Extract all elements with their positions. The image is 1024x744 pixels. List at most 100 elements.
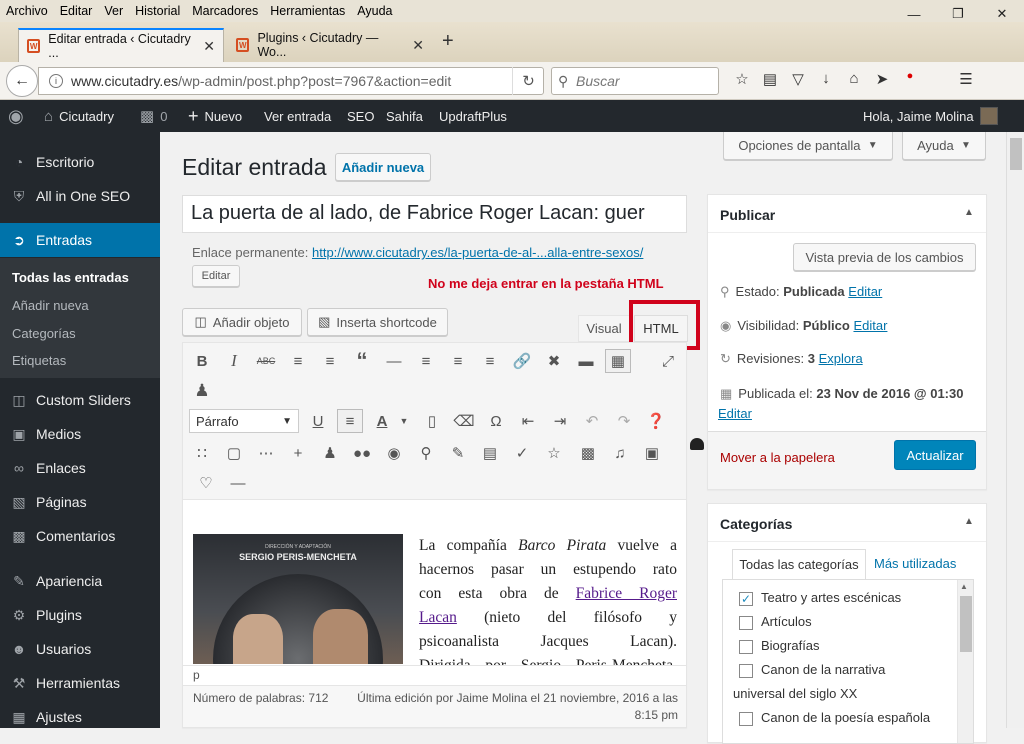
info-icon[interactable]: i <box>49 74 63 88</box>
edit-date-link[interactable]: Editar <box>718 406 752 421</box>
read-more-icon[interactable]: ▬ <box>573 349 599 373</box>
help-icon[interactable]: ❓ <box>643 409 669 433</box>
sidebar-item-entradas[interactable]: ➲ Entradas <box>0 223 160 257</box>
checkmark-icon[interactable]: ✓ <box>509 441 535 465</box>
collapse-caret-icon[interactable]: ▲ <box>964 207 974 218</box>
tab-all-categories[interactable]: Todas las categorías <box>732 549 866 579</box>
menu-marcadores[interactable]: Marcadores <box>186 4 264 18</box>
move-to-trash-link[interactable]: Mover a la papelera <box>720 450 835 465</box>
user-icon[interactable]: ♟ <box>317 441 343 465</box>
pocket-icon[interactable]: ▽ <box>784 70 812 88</box>
add-media-button[interactable]: ◫ Añadir objeto <box>182 308 302 336</box>
back-icon[interactable]: ← <box>6 65 38 97</box>
home-icon[interactable]: ⌂ <box>840 70 868 88</box>
indent-icon[interactable]: ⇥ <box>547 409 573 433</box>
plus-icon[interactable]: + <box>285 441 311 465</box>
category-checkbox[interactable]: ✓ <box>739 591 753 606</box>
align-right-icon[interactable]: ≡ <box>477 349 503 373</box>
shortcode-grid-icon[interactable]: ∷ <box>189 441 215 465</box>
insert-shortcode-button[interactable]: ▧ Inserta shortcode <box>307 308 448 336</box>
scroll-up-icon[interactable]: ▲ <box>960 582 968 591</box>
rss-icon[interactable]: ◉ <box>381 441 407 465</box>
submenu-categorias[interactable]: Categorías <box>12 326 76 341</box>
box-icon[interactable]: ▢ <box>221 441 247 465</box>
post-content-text[interactable]: La compañía Barco Pirata vuelve a hacerno… <box>419 534 677 678</box>
outdent-icon[interactable]: ⇤ <box>515 409 541 433</box>
category-item[interactable]: universal del siglo XX <box>733 686 959 710</box>
sidebar-item-apariencia[interactable]: ✎ Apariencia <box>0 564 160 598</box>
help-button[interactable]: Ayuda ▼ <box>902 132 986 160</box>
url-bar[interactable]: i www.cicutadry.es/wp-admin/post.php?pos… <box>38 67 544 95</box>
category-item[interactable]: ✓ Teatro y artes escénicas <box>739 590 959 614</box>
category-item[interactable]: Canon de la narrativa <box>739 662 959 686</box>
reader-list-icon[interactable]: ▤ <box>756 70 784 88</box>
toolbar-toggle-icon[interactable]: ▦ <box>605 349 631 373</box>
adblock-icon[interactable]: ● <box>896 70 924 88</box>
submenu-anadir-nueva[interactable]: Añadir nueva <box>12 298 89 313</box>
scroll-thumb[interactable] <box>960 596 972 652</box>
category-scrollbar[interactable]: ▲ <box>957 580 973 743</box>
pencil-icon[interactable]: ✎ <box>445 441 471 465</box>
image-icon[interactable]: ▣ <box>639 441 665 465</box>
menu-ver[interactable]: Ver <box>98 4 129 18</box>
blockquote-icon[interactable]: “ <box>349 348 375 373</box>
star-icon[interactable]: ☆ <box>541 441 567 465</box>
seo-link[interactable]: SEO <box>347 100 374 132</box>
sidebar-item-plugins[interactable]: ⚙ Plugins <box>0 598 160 632</box>
permalink-link[interactable]: http://www.cicutadry.es/la-puerta-de-al-… <box>312 245 643 260</box>
link-icon[interactable]: 🔗 <box>509 349 535 373</box>
sidebar-item-escritorio[interactable]: ◔ Escritorio <box>0 145 160 179</box>
menu-historial[interactable]: Historial <box>129 4 186 18</box>
new-content-link[interactable]: + Nuevo <box>188 100 242 132</box>
align-left-icon[interactable]: ≡ <box>413 349 439 373</box>
post-title-input[interactable]: La puerta de al lado, de Fabrice Roger L… <box>182 195 687 233</box>
search-input[interactable]: ⚲ Buscar <box>551 67 719 95</box>
screen-options-button[interactable]: Opciones de pantalla ▼ <box>723 132 893 160</box>
special-character-icon[interactable]: Ω <box>483 409 509 433</box>
hamburger-menu-icon[interactable]: ☰ <box>952 70 980 88</box>
document-icon[interactable]: ▤ <box>477 441 503 465</box>
category-checkbox[interactable] <box>739 639 753 654</box>
italic-icon[interactable]: I <box>221 349 247 373</box>
category-item[interactable]: Artículos <box>739 614 959 638</box>
sidebar-item-comentarios[interactable]: ▩ Comentarios <box>0 519 160 553</box>
preview-changes-button[interactable]: Vista previa de los cambios <box>793 243 976 271</box>
menu-ayuda[interactable]: Ayuda <box>351 4 398 18</box>
view-post-link[interactable]: Ver entrada <box>264 100 331 132</box>
category-checkbox[interactable] <box>739 615 753 630</box>
horizontal-rule-icon[interactable]: — <box>381 349 407 373</box>
wordpress-logo-icon[interactable]: ◉ <box>8 100 30 132</box>
sidebar-item-ajustes[interactable]: ▦ Ajustes <box>0 700 160 734</box>
bookmark-star-icon[interactable]: ☆ <box>728 70 756 88</box>
edit-visibility-link[interactable]: Editar <box>853 318 887 333</box>
clear-formatting-icon[interactable]: ⌫ <box>451 409 477 433</box>
tab-editar-entrada[interactable]: W Editar entrada ‹ Cicutadry ... ✕ <box>18 28 224 62</box>
fullscreen-icon[interactable]: ⤢ <box>655 349 681 373</box>
tab-visual[interactable]: Visual <box>578 315 630 342</box>
menu-archivo[interactable]: Archivo <box>0 4 54 18</box>
scroll-thumb[interactable] <box>1010 138 1022 170</box>
page-scrollbar[interactable] <box>1006 132 1024 728</box>
collapse-caret-icon[interactable]: ▲ <box>964 516 974 527</box>
strikethrough-icon[interactable]: ABC <box>253 349 279 373</box>
justify-icon[interactable]: ≡ <box>337 409 363 433</box>
align-center-icon[interactable]: ≡ <box>445 349 471 373</box>
format-select[interactable]: Párrafo ▼ <box>189 409 299 433</box>
unlink-icon[interactable]: ✖ <box>541 349 567 373</box>
send-icon[interactable]: ➤ <box>868 70 896 88</box>
audio-icon[interactable]: ♫ <box>607 441 633 465</box>
spy-plugin-icon[interactable]: ♟ <box>189 379 215 403</box>
category-item[interactable]: Canon de la poesía española <box>739 710 959 734</box>
numbered-list-icon[interactable]: ≡ <box>317 349 343 373</box>
tab-plugins[interactable]: W Plugins ‹ Cicutadry — Wo... ✕ <box>228 28 432 62</box>
sidebar-item-paginas[interactable]: ▧ Páginas <box>0 485 160 519</box>
site-name-link[interactable]: ⌂ Cicutadry <box>44 100 114 132</box>
sidebar-item-all-in-one-seo[interactable]: ⛨ All in One SEO <box>0 179 160 213</box>
sidebar-item-usuarios[interactable]: ☻ Usuarios <box>0 632 160 666</box>
user-greeting[interactable]: Hola, Jaime Molina <box>863 100 974 132</box>
comments-link[interactable]: ▩ 0 <box>140 100 167 132</box>
tab-most-used[interactable]: Más utilizadas <box>874 556 956 571</box>
explore-revisions-link[interactable]: Explora <box>819 351 863 366</box>
submenu-etiquetas[interactable]: Etiquetas <box>12 353 66 368</box>
updraftplus-link[interactable]: UpdraftPlus <box>439 100 507 132</box>
